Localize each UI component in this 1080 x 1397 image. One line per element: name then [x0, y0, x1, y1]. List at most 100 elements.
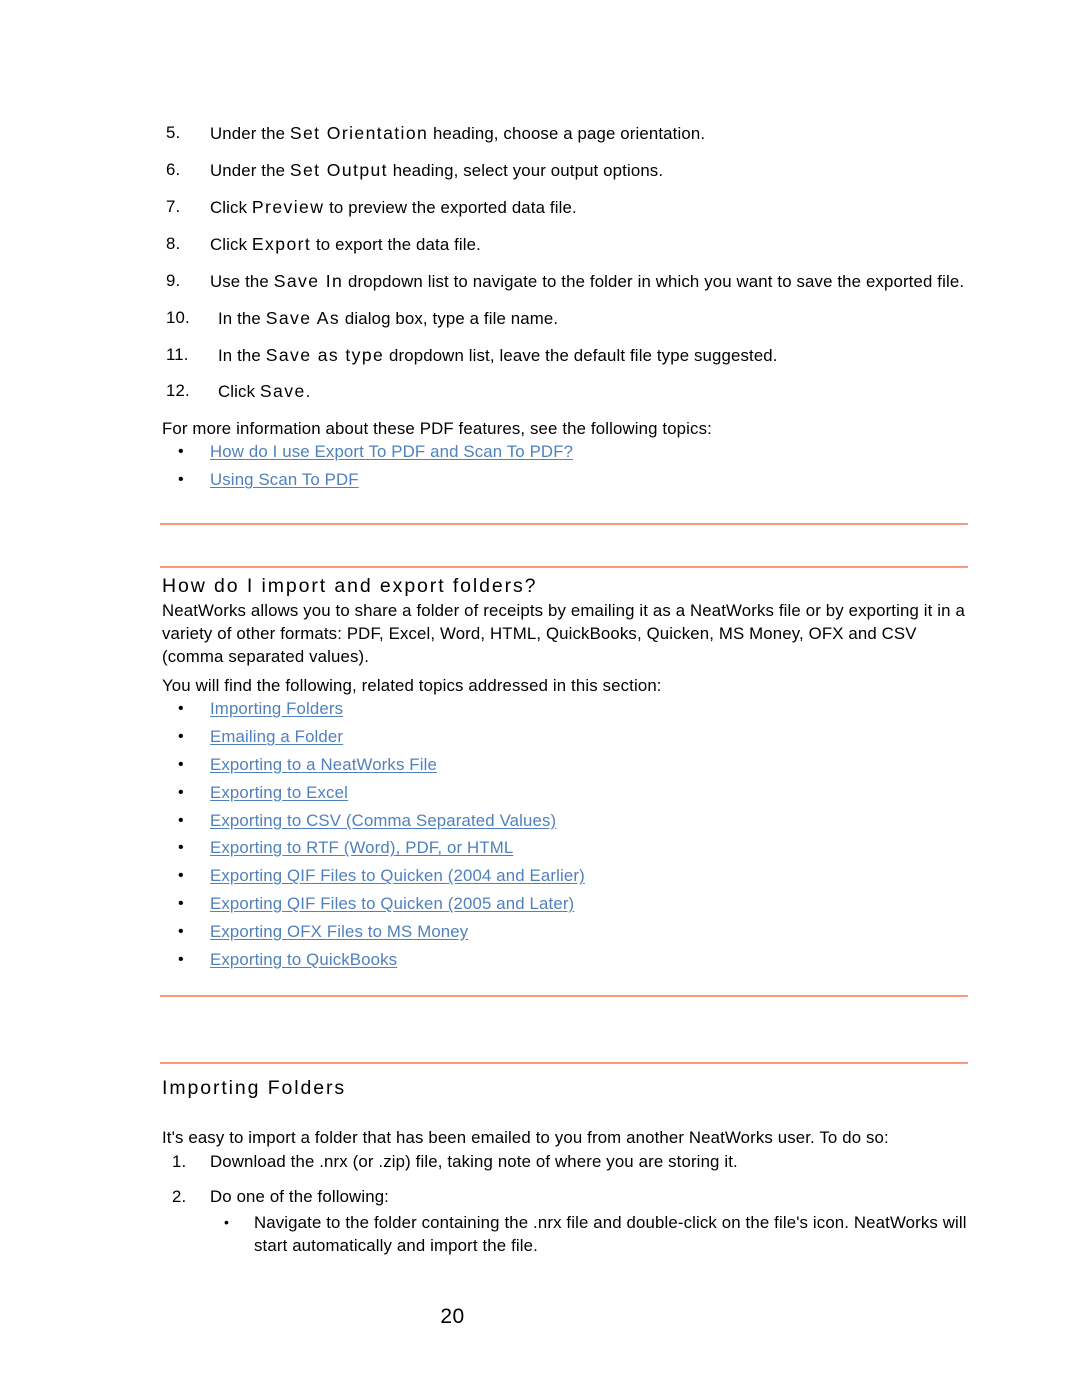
steps-continued-block: 5. Under the Set Orientation heading, cho…: [162, 122, 970, 500]
bullet-icon: •: [224, 1214, 230, 1231]
step-number: 12.: [166, 381, 190, 401]
step-text-after: .: [305, 382, 311, 402]
topic-link-emailing-a-folder[interactable]: Emailing a Folder: [210, 727, 343, 746]
bullet-icon: •: [178, 811, 184, 829]
step-number: 2.: [172, 1187, 187, 1207]
list-item: • Exporting QIF Files to Quicken (2005 a…: [162, 894, 970, 913]
step-text-before: Under the: [210, 124, 290, 143]
list-item: • Importing Folders: [162, 699, 970, 718]
step-text-before: Click: [210, 234, 252, 254]
bullet-icon: •: [178, 755, 184, 773]
importing-folders-steps: 1. Download the .nrx (or .zip) file, taki…: [162, 1151, 970, 1257]
step-number: 5.: [166, 123, 181, 142]
topic-link-export-scan-to-pdf[interactable]: How do I use Export To PDF and Scan To P…: [210, 442, 573, 461]
bullet-icon: •: [178, 443, 184, 461]
step-number: 11.: [166, 344, 189, 364]
bullet-icon: •: [178, 783, 184, 801]
step-text: Do one of the following:: [210, 1187, 389, 1207]
step-item: 1. Download the .nrx (or .zip) file, taki…: [162, 1151, 970, 1174]
bullet-icon: •: [178, 922, 184, 940]
step-number: 8.: [166, 233, 181, 253]
import-export-link-list: • Importing Folders • Emailing a Folder …: [162, 699, 970, 969]
step-item: 10. In the Save As dialog box, type a fil…: [162, 307, 970, 331]
bullet-icon: •: [178, 700, 184, 718]
bullet-icon: •: [178, 867, 184, 885]
sub-bullet-list: • Navigate to the folder containing the .…: [210, 1212, 970, 1258]
list-item: • Emailing a Folder: [162, 727, 970, 746]
bullet-icon: •: [178, 471, 184, 489]
step-item: 8. Click Export to export the data file.: [162, 233, 970, 257]
topic-link-exporting-to-rtf-pdf-html[interactable]: Exporting to RTF (Word), PDF, or HTML: [210, 838, 513, 857]
step-item: 6. Under the Set Output heading, select y…: [162, 159, 970, 183]
sub-bullet-text: Navigate to the folder containing the .n…: [254, 1213, 967, 1255]
step-text-before: Click: [218, 382, 260, 402]
topic-link-exporting-to-quickbooks[interactable]: Exporting to QuickBooks: [210, 950, 397, 969]
pdf-topics-intro: For more information about these PDF fea…: [162, 419, 712, 439]
step-text-after: dialog box, type a file name.: [340, 308, 559, 328]
topic-link-exporting-to-csv[interactable]: Exporting to CSV (Comma Separated Values…: [210, 811, 556, 830]
list-item: • Exporting to a NeatWorks File: [162, 755, 970, 774]
step-text-before: In the: [218, 345, 266, 365]
list-item: • Navigate to the folder containing the .…: [210, 1212, 970, 1258]
step-number: 1.: [172, 1152, 187, 1172]
step-text-after: to preview the exported data file.: [324, 197, 577, 217]
document-page: 5. Under the Set Orientation heading, cho…: [0, 0, 1080, 1397]
step-text-before: Click: [210, 197, 252, 217]
step-text-after: dropdown list, leave the default file ty…: [384, 345, 778, 365]
steps-list: 5. Under the Set Orientation heading, cho…: [162, 122, 970, 404]
importing-folders-section: Importing Folders It's easy to import a …: [162, 1076, 970, 1262]
bullet-icon: •: [178, 728, 184, 746]
section-divider-importing-heading: [160, 1062, 968, 1064]
step-text-after: heading, choose a page orientation.: [428, 124, 706, 143]
step-text-after: to export the data file.: [311, 234, 481, 254]
topic-link-exporting-qif-quicken-2004[interactable]: Exporting QIF Files to Quicken (2004 and…: [210, 866, 585, 885]
section-divider-heading: [160, 566, 968, 568]
ui-term: Set Orientation: [289, 123, 429, 143]
step-text-after: dropdown list to navigate to the folder …: [343, 271, 965, 291]
ui-term: Save As: [265, 307, 341, 328]
step-text-before: In the: [218, 308, 266, 328]
step-item: 7. Click Preview to preview the exported …: [162, 196, 970, 220]
step-number: 6.: [166, 159, 181, 179]
list-item: • How do I use Export To PDF and Scan To…: [162, 442, 970, 461]
page-number: 20: [440, 1305, 465, 1328]
list-item: • Exporting to QuickBooks: [162, 950, 970, 969]
list-item: • Exporting QIF Files to Quicken (2004 a…: [162, 866, 970, 885]
list-item: • Exporting OFX Files to MS Money: [162, 922, 970, 941]
step-text-before: Under the: [210, 160, 290, 180]
bullet-icon: •: [178, 950, 184, 968]
list-item: • Exporting to Excel: [162, 783, 970, 802]
topic-link-exporting-to-neatworks-file[interactable]: Exporting to a NeatWorks File: [210, 755, 437, 774]
step-text: Download the .nrx (or .zip) file, taking…: [210, 1152, 738, 1172]
ui-term: Save: [259, 381, 306, 402]
section-paragraph: NeatWorks allows you to share a folder o…: [162, 601, 965, 667]
topic-link-exporting-to-excel[interactable]: Exporting to Excel: [210, 783, 348, 802]
topic-link-using-scan-to-pdf[interactable]: Using Scan To PDF: [210, 470, 359, 489]
list-item: • Exporting to RTF (Word), PDF, or HTML: [162, 838, 970, 857]
topic-link-exporting-ofx-ms-money[interactable]: Exporting OFX Files to MS Money: [210, 922, 468, 941]
list-item: • Using Scan To PDF: [162, 470, 970, 489]
step-text-before: Use the: [210, 271, 274, 291]
section-divider-top: [160, 523, 968, 525]
section-divider-bottom: [160, 995, 968, 997]
step-number: 7.: [166, 196, 181, 216]
list-item: • Exporting to CSV (Comma Separated Valu…: [162, 811, 970, 830]
topic-link-importing-folders[interactable]: Importing Folders: [210, 699, 343, 718]
import-export-section: How do I import and export folders? Neat…: [162, 574, 970, 979]
ui-term: Save as type: [265, 344, 385, 365]
step-item: 5. Under the Set Orientation heading, cho…: [162, 122, 970, 146]
step-item: 9. Use the Save In dropdown list to navig…: [162, 270, 970, 294]
step-item: 2. Do one of the following: • Navigate to …: [162, 1186, 970, 1258]
ui-term: Export: [251, 233, 312, 254]
step-number: 10.: [166, 307, 190, 327]
bullet-icon: •: [178, 839, 184, 857]
step-number: 9.: [166, 270, 181, 290]
ui-term: Preview: [251, 196, 325, 217]
topic-link-exporting-qif-quicken-2005[interactable]: Exporting QIF Files to Quicken (2005 and…: [210, 894, 574, 913]
importing-folders-paragraph: It's easy to import a folder that has be…: [162, 1128, 889, 1148]
section-heading-importing-folders: Importing Folders: [162, 1077, 347, 1099]
step-text-after: heading, select your output options.: [387, 160, 664, 180]
step-item: 12. Click Save.: [162, 380, 970, 404]
pdf-topics-link-list: • How do I use Export To PDF and Scan To…: [162, 442, 970, 489]
ui-term: Save In: [273, 270, 344, 291]
